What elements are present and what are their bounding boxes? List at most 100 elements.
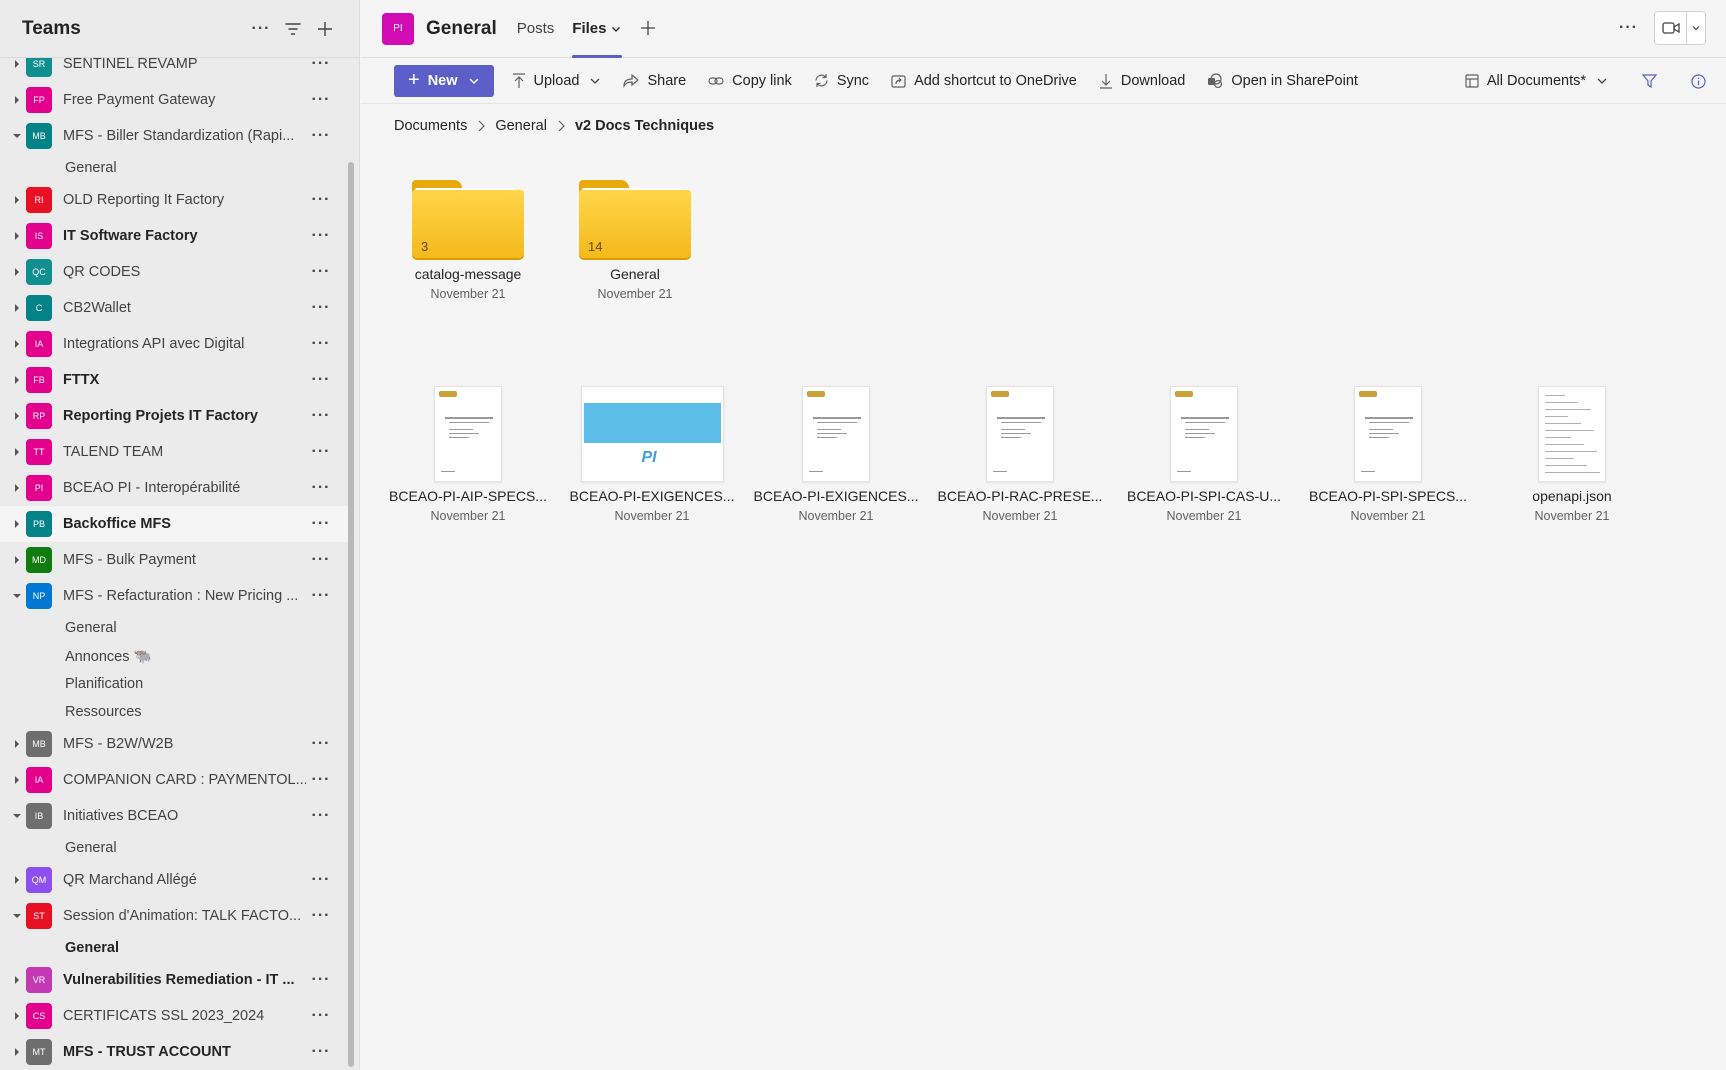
more-options-icon[interactable]: ··· (306, 263, 336, 281)
channel-item[interactable]: General (0, 834, 350, 862)
sidebar-scrollbar[interactable] (348, 162, 354, 1067)
filter-icon[interactable] (281, 17, 305, 41)
new-button[interactable]: + New (394, 64, 494, 97)
file-tile[interactable]: BCEAO-PI-EXIGENCES... November 21 (751, 386, 921, 523)
file-tile[interactable]: BCEAO-PI-AIP-SPECS... November 21 (383, 386, 553, 523)
team-row[interactable]: ST Session d'Animation: TALK FACTO... ··· (0, 898, 350, 934)
caret-right-icon[interactable] (12, 975, 22, 985)
caret-right-icon[interactable] (12, 375, 22, 385)
more-options-icon[interactable]: ··· (249, 17, 273, 41)
share-button[interactable]: Share (623, 73, 686, 89)
sync-button[interactable]: Sync (814, 73, 869, 89)
caret-right-icon[interactable] (12, 447, 22, 457)
team-row[interactable]: RI OLD Reporting It Factory ··· (0, 182, 350, 218)
team-row[interactable]: VR Vulnerabilities Remediation - IT ... ··… (0, 962, 350, 998)
more-options-icon[interactable]: ··· (306, 971, 336, 989)
more-options-icon[interactable]: ··· (306, 479, 336, 497)
more-options-icon[interactable]: ··· (306, 335, 336, 353)
team-row[interactable]: QC QR CODES ··· (0, 254, 350, 290)
more-options-icon[interactable]: ··· (306, 807, 336, 825)
download-button[interactable]: Download (1099, 73, 1185, 89)
team-row[interactable]: QM QR Marchand Allégé ··· (0, 862, 350, 898)
file-tile[interactable]: BCEAO-PI-SPI-CAS-U... November 21 (1119, 386, 1289, 523)
meet-button[interactable] (1654, 11, 1706, 45)
team-row[interactable]: MT MFS - TRUST ACCOUNT ··· (0, 1034, 350, 1070)
more-options-icon[interactable]: ··· (306, 191, 336, 209)
caret-right-icon[interactable] (12, 875, 22, 885)
caret-right-icon[interactable] (12, 95, 22, 105)
team-row[interactable]: MB MFS - B2W/W2B ··· (0, 726, 350, 762)
more-options-icon[interactable]: ··· (306, 91, 336, 109)
caret-right-icon[interactable] (12, 411, 22, 421)
more-options-icon[interactable]: ··· (306, 587, 336, 605)
caret-right-icon[interactable] (12, 775, 22, 785)
team-row[interactable]: FP Free Payment Gateway ··· (0, 82, 350, 118)
team-row[interactable]: NP MFS - Refacturation : New Pricing ... ·… (0, 578, 350, 614)
team-row[interactable]: PI BCEAO PI - Interopérabilité ··· (0, 470, 350, 506)
more-options-icon[interactable]: ··· (306, 227, 336, 245)
more-options-icon[interactable]: ··· (306, 871, 336, 889)
team-row[interactable]: IA COMPANION CARD : PAYMENTOL... ··· (0, 762, 350, 798)
file-tile[interactable]: PI BCEAO-PI-EXIGENCES... November 21 (567, 386, 737, 523)
caret-right-icon[interactable] (12, 1011, 22, 1021)
team-row[interactable]: IB Initiatives BCEAO ··· (0, 798, 350, 834)
team-row[interactable]: IS IT Software Factory ··· (0, 218, 350, 254)
copy-link-button[interactable]: Copy link (708, 73, 792, 89)
team-row[interactable]: C CB2Wallet ··· (0, 290, 350, 326)
more-options-icon[interactable]: ··· (306, 907, 336, 925)
team-row[interactable]: PB Backoffice MFS ··· (0, 506, 350, 542)
channel-item[interactable]: General (0, 934, 350, 962)
caret-down-icon[interactable] (12, 131, 22, 141)
channel-item[interactable]: Annonces 🐃 (0, 642, 350, 670)
channel-item[interactable]: Planification (0, 670, 350, 698)
more-options-icon[interactable]: ··· (306, 1043, 336, 1061)
chevron-down-icon[interactable] (1687, 23, 1705, 33)
caret-right-icon[interactable] (12, 1047, 22, 1057)
view-selector[interactable]: All Documents* (1465, 73, 1608, 89)
caret-down-icon[interactable] (12, 911, 22, 921)
caret-right-icon[interactable] (12, 339, 22, 349)
caret-right-icon[interactable] (12, 231, 22, 241)
team-row[interactable]: IA Integrations API avec Digital ··· (0, 326, 350, 362)
more-options-icon[interactable]: ··· (306, 443, 336, 461)
more-options-icon[interactable]: ··· (306, 127, 336, 145)
file-tile[interactable]: BCEAO-PI-SPI-SPECS... November 21 (1303, 386, 1473, 523)
add-shortcut-button[interactable]: Add shortcut to OneDrive (891, 73, 1077, 89)
team-row[interactable]: CS CERTIFICATS SSL 2023_2024 ··· (0, 998, 350, 1034)
caret-right-icon[interactable] (12, 59, 22, 69)
folder-tile[interactable]: 3 catalog-message November 21 (383, 180, 553, 301)
breadcrumb-general[interactable]: General (495, 118, 547, 134)
caret-right-icon[interactable] (12, 739, 22, 749)
more-options-icon[interactable]: ··· (306, 771, 336, 789)
caret-right-icon[interactable] (12, 303, 22, 313)
folder-tile[interactable]: 14 General November 21 (550, 180, 720, 301)
caret-right-icon[interactable] (12, 519, 22, 529)
channel-item[interactable]: General (0, 154, 350, 182)
file-tile[interactable]: BCEAO-PI-RAC-PRESE... November 21 (935, 386, 1105, 523)
channel-item[interactable]: General (0, 614, 350, 642)
team-row[interactable]: MD MFS - Bulk Payment ··· (0, 542, 350, 578)
open-sharepoint-button[interactable]: Open in SharePoint (1207, 73, 1358, 89)
team-row[interactable]: TT TALEND TEAM ··· (0, 434, 350, 470)
more-options-icon[interactable]: ··· (1619, 19, 1638, 37)
tab-posts[interactable]: Posts (517, 0, 555, 58)
caret-right-icon[interactable] (12, 555, 22, 565)
add-tab-icon[interactable] (640, 16, 656, 42)
more-options-icon[interactable]: ··· (306, 515, 336, 533)
more-options-icon[interactable]: ··· (306, 735, 336, 753)
more-options-icon[interactable]: ··· (306, 371, 336, 389)
more-options-icon[interactable]: ··· (306, 551, 336, 569)
caret-right-icon[interactable] (12, 267, 22, 277)
tab-files[interactable]: Files (572, 0, 623, 58)
channel-item[interactable]: Ressources (0, 698, 350, 726)
team-row[interactable]: MB MFS - Biller Standardization (Rapi... ·… (0, 118, 350, 154)
team-row[interactable]: RP Reporting Projets IT Factory ··· (0, 398, 350, 434)
add-team-icon[interactable] (313, 17, 337, 41)
info-icon[interactable] (1691, 73, 1706, 89)
caret-right-icon[interactable] (12, 483, 22, 493)
breadcrumb-documents[interactable]: Documents (394, 118, 467, 134)
team-row[interactable]: FB FTTX ··· (0, 362, 350, 398)
caret-down-icon[interactable] (12, 591, 22, 601)
filter-icon[interactable] (1642, 73, 1657, 89)
more-options-icon[interactable]: ··· (306, 299, 336, 317)
